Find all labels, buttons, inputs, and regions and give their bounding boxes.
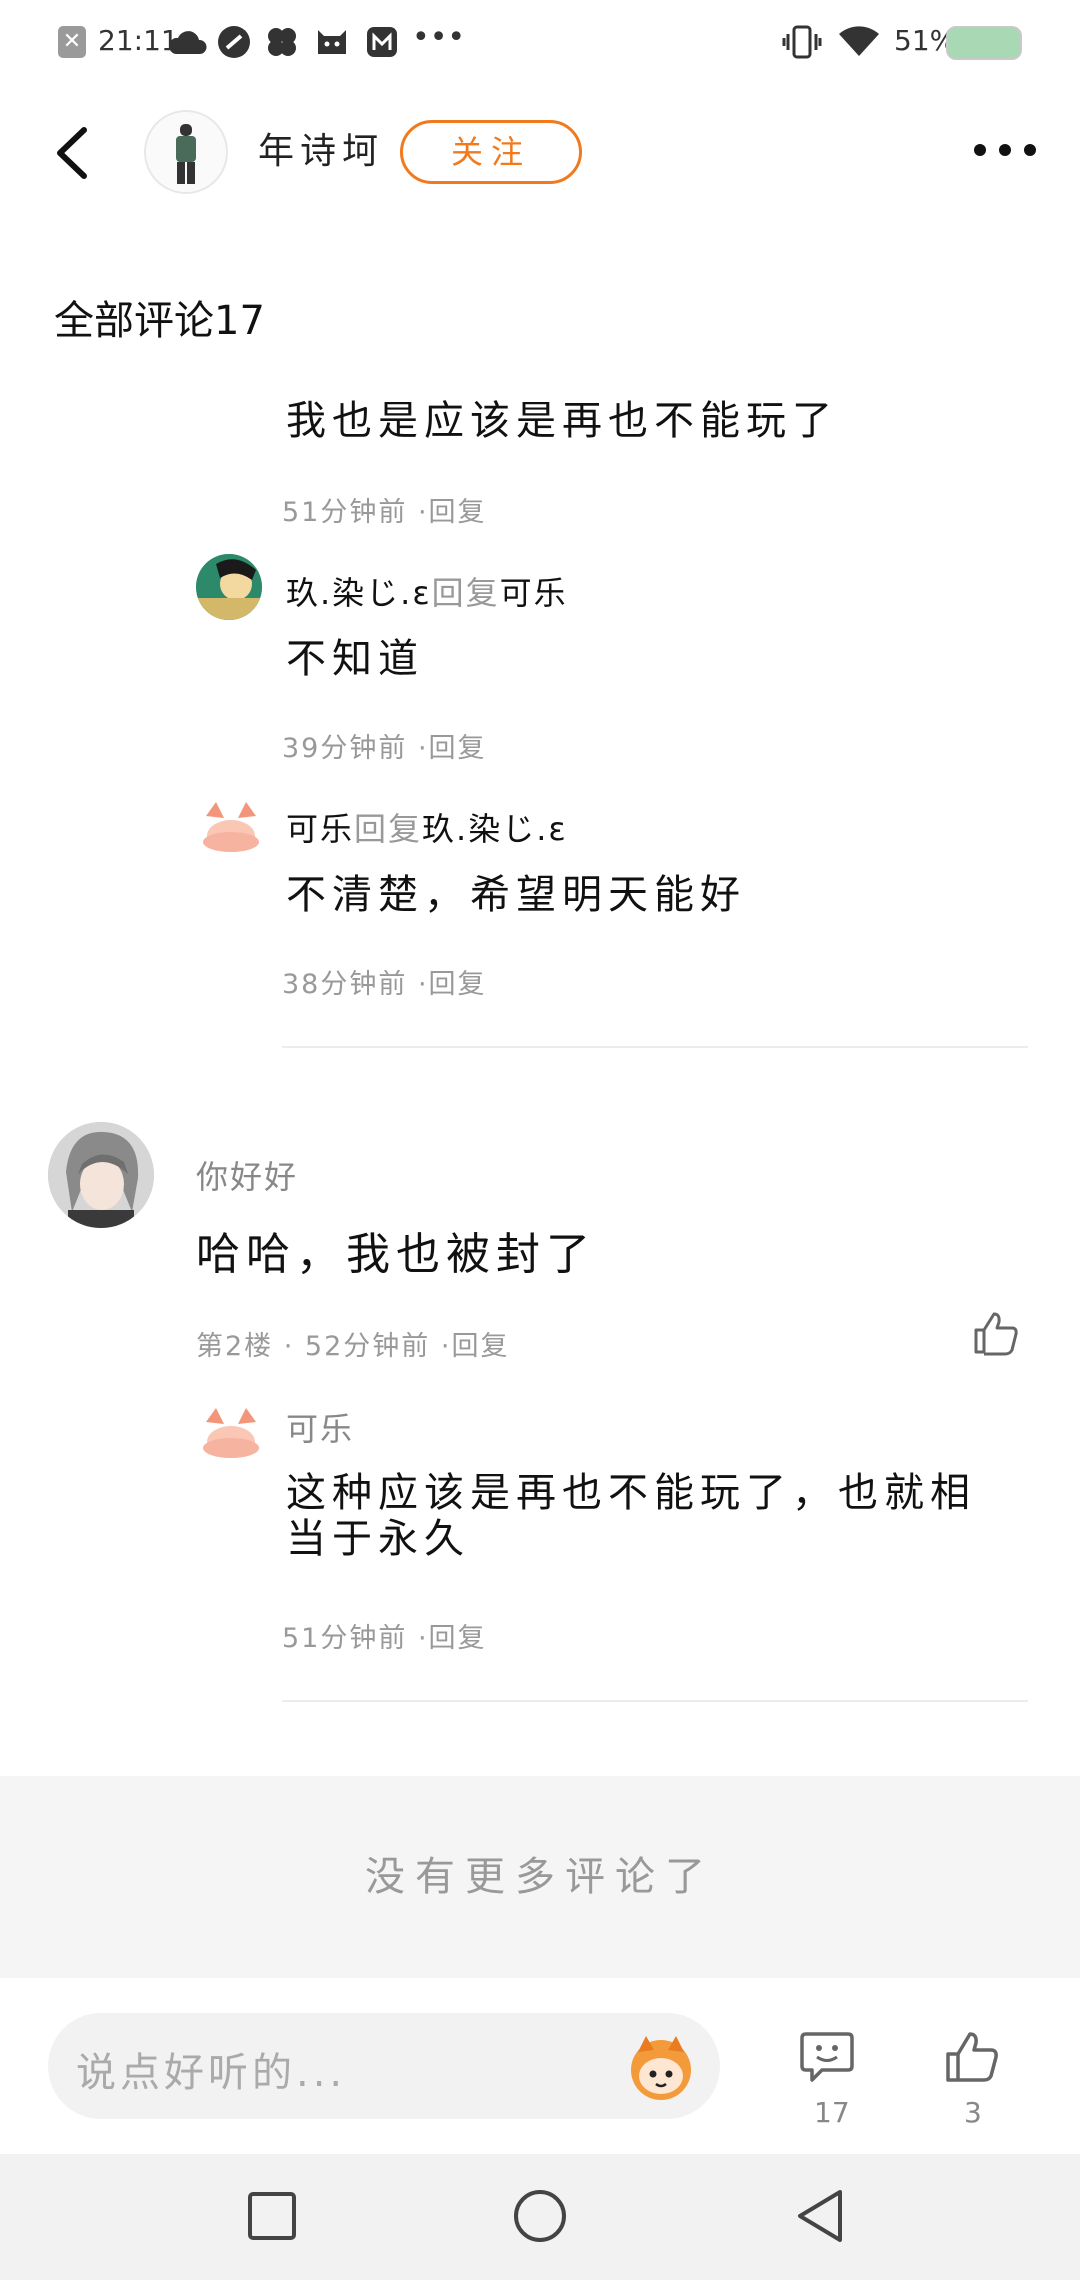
reply-text: 我也是应该是再也不能玩了 (286, 398, 838, 444)
like-icon[interactable] (944, 2030, 1000, 2084)
nav-circle-icon[interactable] (512, 2188, 568, 2244)
more-icon[interactable] (970, 128, 1040, 172)
avatar[interactable] (198, 796, 264, 862)
reply-text: 不知道 (286, 636, 424, 682)
status-time: 21:11 (98, 24, 179, 57)
like-icon[interactable] (972, 1310, 1020, 1356)
follow-button[interactable]: 关注 (400, 120, 582, 184)
reply-meta[interactable]: 51分钟前 ·回复 (282, 490, 487, 529)
app-icon-2 (268, 28, 296, 56)
author-avatar[interactable] (144, 110, 228, 194)
author-name[interactable]: 年诗坷 (258, 122, 384, 174)
reply-header: 可乐回复玖.染じ.ε (286, 810, 568, 848)
reply-meta[interactable]: 38分钟前 ·回复 (282, 962, 487, 1001)
comment-meta[interactable]: 第2楼 · 52分钟前 ·回复 (196, 1324, 509, 1363)
reply-author[interactable]: 可乐 (286, 1404, 354, 1450)
comment-count: 17 (814, 2096, 850, 2129)
divider (282, 1700, 1028, 1702)
divider (282, 1046, 1028, 1048)
comment-author[interactable]: 你好好 (196, 1152, 298, 1198)
battery-icon (946, 26, 1022, 60)
reply-target[interactable]: 玖.染じ.ε (422, 810, 568, 848)
avatar[interactable] (196, 554, 262, 620)
comment-input-placeholder[interactable]: 说点好听的... (76, 2040, 346, 2098)
wifi-icon (839, 26, 879, 56)
reply-target[interactable]: 可乐 (500, 574, 568, 612)
reply-meta[interactable]: 39分钟前 ·回复 (282, 726, 487, 765)
more-notifications-icon: ••• (412, 20, 466, 55)
like-count: 3 (964, 2096, 982, 2129)
app-icon-3 (318, 30, 346, 54)
avatar[interactable] (48, 1122, 154, 1228)
comment-text: 哈哈，我也被封了 (196, 1229, 596, 1280)
nav-back-icon[interactable] (794, 2188, 846, 2244)
notification-close-icon: ✕ (58, 26, 86, 58)
reply-author[interactable]: 玖.染じ.ε (286, 574, 432, 612)
no-more-comments: 没有更多评论了 (0, 1776, 1080, 1978)
app-icon-4 (367, 27, 397, 57)
reply-author[interactable]: 可乐 (286, 810, 354, 848)
avatar[interactable] (198, 1402, 264, 1468)
cloud-icon (168, 31, 207, 54)
app-icon-1 (218, 26, 250, 58)
reply-header: 玖.染じ.ε回复可乐 (286, 574, 568, 612)
reply-text: 这种应该是再也不能玩了，也就相当于永久 (286, 1470, 976, 1562)
reply-meta[interactable]: 51分钟前 ·回复 (282, 1616, 487, 1655)
emoji-icon[interactable] (624, 2030, 698, 2104)
nav-square-icon[interactable] (246, 2190, 298, 2242)
back-arrow-icon[interactable] (48, 118, 96, 188)
comment-icon[interactable] (800, 2030, 854, 2082)
vibrate-icon (782, 25, 822, 59)
status-bar: ✕ 21:11 ••• 51% (0, 0, 1080, 90)
reply-text: 不清楚，希望明天能好 (286, 872, 746, 918)
comments-title: 全部评论17 (54, 298, 265, 344)
